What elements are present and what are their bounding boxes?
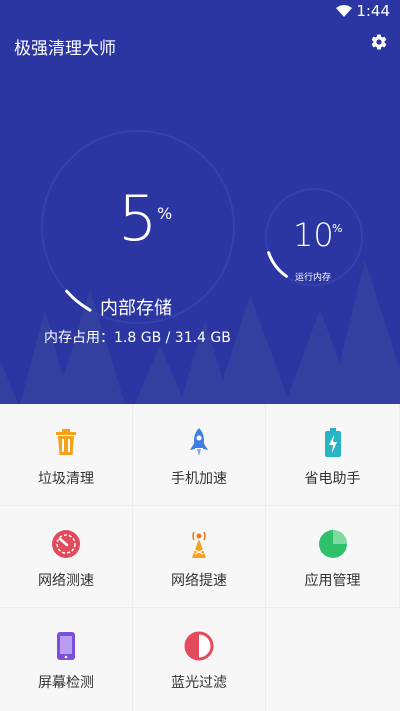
feature-label: 手机加速 — [171, 471, 227, 487]
feature-grid: 垃圾清理 手机加速 省电助手 网络测速 网络提速 应用管理 屏幕检测 蓝光过滤 — [0, 404, 400, 711]
feature-blue-light-filter[interactable]: 蓝光过滤 — [133, 608, 266, 711]
half-circle-icon — [184, 631, 214, 661]
pie-chart-icon — [318, 530, 347, 558]
feature-screen-test[interactable]: 屏幕检测 — [0, 608, 133, 711]
feature-label: 网络提速 — [171, 573, 227, 589]
ram-percent-sign: % — [332, 222, 343, 235]
phone-screen-icon — [57, 632, 75, 660]
storage-progress-arc — [65, 289, 92, 312]
feature-label: 网络测速 — [38, 573, 94, 589]
feature-label: 应用管理 — [304, 573, 361, 589]
storage-percent: 5 — [118, 182, 158, 255]
rocket-icon — [190, 428, 208, 456]
status-bar: 1:44 — [0, 0, 400, 24]
status-time: 1:44 — [356, 2, 390, 20]
empty-cell — [266, 608, 400, 711]
feature-app-manage[interactable]: 应用管理 — [266, 506, 400, 608]
gear-icon[interactable] — [370, 33, 388, 51]
feature-label: 蓝光过滤 — [171, 675, 227, 691]
feature-label: 屏幕检测 — [38, 675, 94, 691]
ram-progress-arc — [267, 251, 288, 278]
storage-percent-sign: % — [157, 204, 173, 223]
wifi-icon — [336, 5, 352, 17]
storage-label: 内部存储 — [100, 298, 172, 319]
feature-phone-boost[interactable]: 手机加速 — [133, 404, 266, 506]
trash-icon — [56, 429, 76, 455]
ram-percent: 10 — [293, 216, 334, 254]
storage-usage: 内存占用：1.8 GB / 31.4 GB — [44, 330, 231, 346]
signal-tower-icon — [192, 531, 206, 558]
battery-icon — [324, 428, 341, 457]
ram-label: 运行内存 — [295, 273, 332, 283]
hero-panel: 1:44 极强清理大师 5 % 内部存储 内存占用：1.8 GB / 31.4 … — [0, 0, 400, 404]
feature-label: 省电助手 — [304, 471, 361, 487]
speedometer-icon — [52, 530, 80, 558]
feature-junk-clean[interactable]: 垃圾清理 — [0, 404, 133, 506]
feature-power-saver[interactable]: 省电助手 — [266, 404, 400, 506]
app-title: 极强清理大师 — [14, 39, 116, 59]
feature-label: 垃圾清理 — [38, 471, 94, 487]
feature-speed-test[interactable]: 网络测速 — [0, 506, 133, 608]
feature-network-boost[interactable]: 网络提速 — [133, 506, 266, 608]
